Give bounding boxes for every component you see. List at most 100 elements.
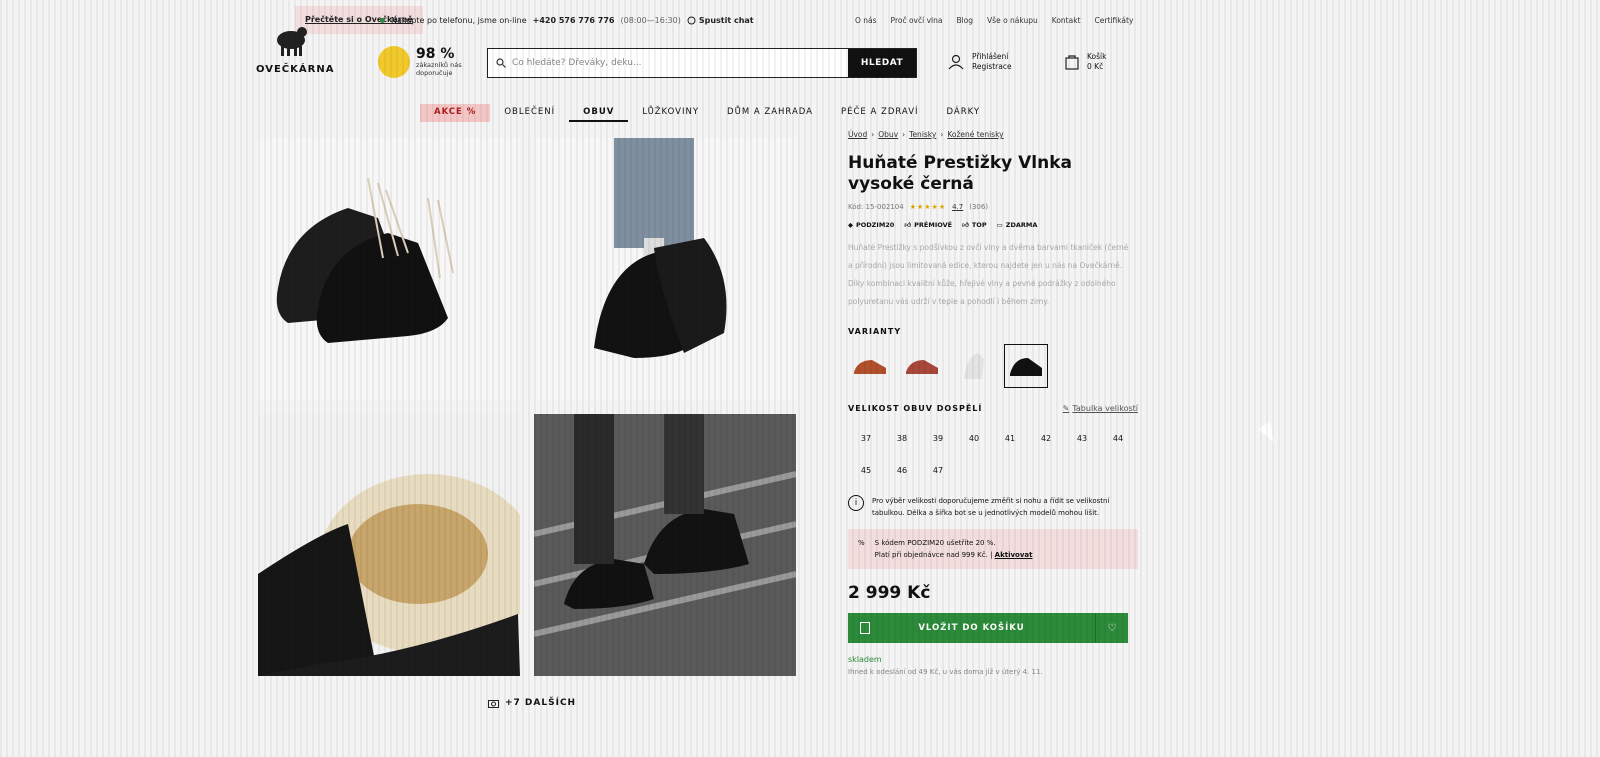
nav-item-care-health[interactable]: PÉČE A ZDRAVÍ (827, 104, 933, 122)
product-description: Huňaté Prestižky s podšívkou z ovčí vlny… (848, 243, 1129, 306)
shoe-stairs-image (534, 414, 796, 676)
nav-item-bedding[interactable]: LŮŽKOVINY (628, 104, 713, 122)
nav-item-clothing[interactable]: OBLEČENÍ (490, 104, 569, 122)
breadcrumb-separator: › (871, 130, 875, 139)
breadcrumb-sneakers[interactable]: Tenisky (909, 130, 936, 139)
chat-icon (687, 16, 696, 25)
size-option[interactable]: 44 (1100, 427, 1136, 449)
breadcrumb: Úvod › Obuv › Tenisky › Kožené tenisky (848, 130, 1138, 139)
rating-value[interactable]: 4.7 (952, 203, 963, 211)
login-label: Přihlášení (972, 52, 1009, 61)
product-image-4[interactable] (534, 414, 796, 676)
promo-line-1: S kódem PODZIM20 ušetříte 20 %. (874, 539, 996, 547)
breadcrumb-home[interactable]: Úvod (848, 130, 867, 139)
rating-label: zákazníků nás doporučuje (416, 61, 462, 77)
size-option[interactable]: 46 (884, 459, 920, 481)
top-link-contact[interactable]: Kontakt (1052, 16, 1081, 25)
rating-stars-icon: ★★★★★ (909, 203, 947, 211)
phone-info: Nakupte po telefonu, jsme on-line +420 5… (380, 16, 754, 25)
top-links: O nás Proč ovčí vlna Blog Vše o nákupu K… (855, 16, 1133, 25)
more-images-label: +7 DALŠÍCH (505, 698, 577, 708)
top-link-certificates[interactable]: Certifikáty (1095, 16, 1134, 25)
size-option[interactable]: 43 (1064, 427, 1100, 449)
chat-link[interactable]: Spustit chat (687, 16, 754, 25)
shoe-lining-image (258, 414, 520, 676)
tag-top: 👍︎ TOP (962, 221, 987, 229)
tag-podzim20-label: PODZIM20 (856, 221, 895, 229)
variant-red[interactable] (900, 344, 944, 388)
nav-item-shoes[interactable]: OBUV (569, 104, 629, 122)
product-meta: Kód: 15-002104 ★★★★★ 4.7 (306) (848, 203, 1138, 211)
product-image-1[interactable] (258, 138, 520, 400)
camera-icon (488, 699, 499, 708)
shoe-worn-image (594, 138, 727, 358)
search-bar: Co hledáte? Dřeváky, deku... HLEDAT (487, 48, 917, 78)
add-to-cart-label: VLOŽIT DO KOŠÍKU (918, 623, 1025, 633)
percent-icon: % (858, 539, 865, 547)
size-table-link[interactable]: ✎ Tabulka velikostí (1063, 404, 1138, 413)
breadcrumb-leather-sneakers[interactable]: Kožené tenisky (947, 130, 1003, 139)
size-notice-text: Pro výběr velikosti doporučujeme změřit … (872, 497, 1110, 517)
discount-promo: % S kódem PODZIM20 ušetříte 20 %. Platí … (848, 529, 1138, 569)
product-info: Úvod › Obuv › Tenisky › Kožené tenisky Huňa… (848, 130, 1138, 676)
breadcrumb-separator: › (902, 130, 906, 139)
size-option[interactable]: 41 (992, 427, 1028, 449)
wishlist-button[interactable]: ♡ (1095, 613, 1128, 643)
search-button[interactable]: HLEDAT (848, 49, 916, 77)
variant-black[interactable] (1004, 344, 1048, 388)
search-icon (496, 58, 506, 68)
page: Přečtěte si o Ovečkárně Nakupte po telef… (0, 0, 1600, 757)
promo-activate-link[interactable]: Aktivovat (995, 551, 1033, 559)
top-link-why-wool[interactable]: Proč ovčí vlna (891, 16, 943, 25)
heart-icon: ♡ (1107, 622, 1117, 634)
site-logo[interactable]: OVEČKÁRNA (256, 22, 333, 77)
sheep-logo-icon (277, 27, 307, 56)
top-bar: Přečtěte si o Ovečkárně Nakupte po telef… (0, 0, 1600, 40)
nav-item-home-garden[interactable]: DŮM A ZAHRADA (713, 104, 827, 122)
tag-podzim20: ◆ PODZIM20 (848, 221, 894, 229)
search-input[interactable]: Co hledáte? Dřeváky, deku... (488, 49, 848, 77)
size-option[interactable]: 39 (920, 427, 956, 449)
rating-percent: 98 % (416, 46, 455, 62)
size-option[interactable]: 45 (848, 459, 884, 481)
user-icon (948, 54, 964, 70)
account-link[interactable]: Přihlášení Registrace (948, 52, 1012, 72)
variant-white[interactable] (952, 344, 996, 388)
register-label: Registrace (972, 62, 1012, 71)
top-link-about[interactable]: O nás (855, 16, 877, 25)
nav-item-gifts[interactable]: DÁRKY (933, 104, 995, 122)
size-option[interactable]: 42 (1028, 427, 1064, 449)
phone-text: Nakupte po telefonu, jsme on-line (391, 16, 527, 25)
tag-premium-label: PRÉMIOVÉ (914, 221, 953, 229)
size-option[interactable]: 47 (920, 459, 956, 481)
shipping-info: Ihned k odeslání od 49 Kč, u vás doma ji… (848, 668, 1043, 676)
size-option[interactable]: 38 (884, 427, 920, 449)
variant-white-image (964, 353, 984, 379)
variants-list (848, 344, 1138, 388)
buy-row: VLOŽIT DO KOŠÍKU ♡ (848, 613, 1128, 643)
rating-count: (306) (969, 203, 989, 211)
variant-brown[interactable] (848, 344, 892, 388)
product-price: 2 999 Kč (848, 583, 931, 603)
top-link-blog[interactable]: Blog (956, 16, 973, 25)
breadcrumb-shoes[interactable]: Obuv (878, 130, 898, 139)
ruler-icon: ✎ (1062, 404, 1070, 413)
customer-rating: 98 % zákazníků nás doporučuje (378, 46, 466, 78)
nav-item-sale[interactable]: AKCE % (420, 104, 491, 122)
size-option[interactable]: 37 (848, 427, 884, 449)
product-title: Huňaté Prestižky Vlnka vysoké černá (848, 153, 1072, 194)
more-images-button[interactable]: +7 DALŠÍCH (488, 698, 576, 708)
tag-icon: ◆ (848, 221, 853, 229)
variant-red-image (906, 360, 938, 374)
top-link-shopping[interactable]: Vše o nákupu (987, 16, 1038, 25)
size-notice: i Pro výběr velikosti doporučujeme změři… (848, 495, 1138, 519)
add-to-cart-button[interactable]: VLOŽIT DO KOŠÍKU (848, 613, 1095, 643)
variant-black-image (1010, 358, 1042, 376)
chat-label: Spustit chat (698, 16, 754, 25)
size-option[interactable]: 40 (956, 427, 992, 449)
product-image-3[interactable] (258, 414, 520, 676)
cart-link[interactable]: Košík 0 Kč (1065, 52, 1106, 72)
phone-number[interactable]: +420 576 776 776 (533, 16, 615, 25)
main-nav: AKCE % OBLEČENÍ OBUV LŮŽKOVINY DŮM A ZAH… (420, 104, 994, 122)
product-image-2[interactable] (534, 138, 796, 400)
